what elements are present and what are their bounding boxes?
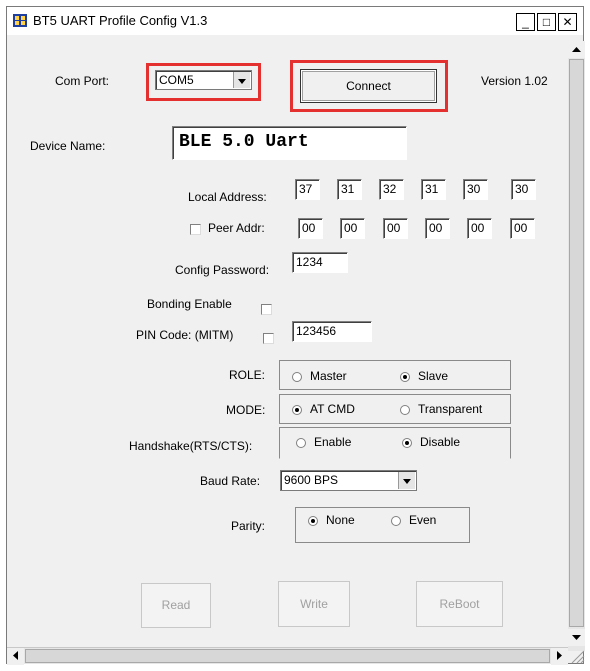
com-port-label: Com Port: [55,74,110,88]
local-address-byte-1[interactable]: 37 [295,179,320,200]
scroll-left-button[interactable] [7,648,24,665]
version-label: Version 1.02 [481,74,548,88]
pin-code-checkbox[interactable] [263,333,274,344]
bonding-enable-label: Bonding Enable [147,297,232,311]
pin-code-input[interactable]: 123456 [292,321,372,342]
mode-transparent-radio[interactable] [400,405,410,415]
title-bar[interactable]: BT5 UART Profile Config V1.3 _ □ ✕ [7,7,583,35]
peer-addr-byte-3[interactable]: 00 [383,218,408,239]
handshake-disable-radio[interactable] [402,438,412,448]
resize-grip-icon[interactable] [568,647,585,664]
parity-none-label: None [326,513,355,527]
config-password-input[interactable]: 1234 [292,252,348,273]
bonding-enable-checkbox[interactable] [261,304,272,315]
local-address-byte-3[interactable]: 32 [379,179,404,200]
scroll-thumb[interactable] [569,59,584,627]
chevron-right-icon [557,651,562,660]
handshake-label: Handshake(RTS/CTS): [129,439,253,453]
local-address-byte-2[interactable]: 31 [337,179,362,200]
role-slave-label: Slave [418,369,449,383]
role-slave-radio[interactable] [400,372,410,382]
horizontal-scrollbar[interactable] [7,647,568,665]
close-icon: ✕ [562,15,573,29]
close-button[interactable]: ✕ [558,13,577,31]
hscroll-thumb[interactable] [25,649,550,663]
baud-rate-label: Baud Rate: [200,474,261,488]
com-port-select[interactable]: COM5 [155,70,252,90]
app-icon [13,14,27,27]
pin-code-label: PIN Code: (MITM) [136,328,234,342]
device-name-input[interactable]: BLE 5.0 Uart [172,126,407,160]
parity-even-radio[interactable] [391,516,401,526]
vertical-scrollbar[interactable] [568,41,585,651]
mode-atcmd-radio[interactable] [292,405,302,415]
config-password-label: Config Password: [175,263,270,277]
read-button-label: Read [161,598,191,612]
write-button-label: Write [300,597,328,611]
peer-addr-byte-1[interactable]: 00 [298,218,323,239]
scroll-right-button[interactable] [551,648,568,665]
role-master-label: Master [310,369,347,383]
reboot-button-label: ReBoot [439,597,480,611]
peer-addr-checkbox[interactable] [190,224,201,235]
peer-addr-byte-2[interactable]: 00 [340,218,365,239]
connect-button[interactable]: Connect [300,69,437,103]
handshake-group: Enable Disable [279,427,511,459]
mode-group: AT CMD Transparent [279,394,511,424]
connect-button-label: Connect [346,79,391,93]
peer-addr-label: Peer Addr: [208,221,265,235]
local-address-byte-5[interactable]: 30 [463,179,488,200]
read-button[interactable]: Read [141,583,211,628]
local-address-byte-4[interactable]: 31 [421,179,446,200]
write-button[interactable]: Write [278,581,350,627]
chevron-up-icon [572,47,581,52]
maximize-icon: □ [542,15,551,29]
local-address-label: Local Address: [188,190,267,204]
parity-even-label: Even [409,513,437,527]
scroll-up-button[interactable] [568,41,585,58]
parity-none-radio[interactable] [308,516,318,526]
parity-label: Parity: [231,519,266,533]
handshake-disable-label: Disable [420,435,461,449]
minimize-button[interactable]: _ [516,13,535,31]
mode-transparent-label: Transparent [418,402,483,416]
mode-label: MODE: [226,403,266,417]
parity-group: None Even [295,507,470,543]
scroll-down-button[interactable] [568,629,585,646]
role-master-radio[interactable] [292,372,302,382]
device-name-label: Device Name: [30,139,106,153]
chevron-down-icon[interactable] [398,472,415,489]
peer-addr-byte-5[interactable]: 00 [467,218,492,239]
window-title: BT5 UART Profile Config V1.3 [33,13,208,28]
role-label: ROLE: [229,368,266,382]
role-group: Master Slave [279,360,511,390]
maximize-button[interactable]: □ [537,13,556,31]
chevron-left-icon [13,651,18,660]
minimize-icon: _ [522,15,529,29]
baud-rate-select[interactable]: 9600 BPS [280,470,417,491]
chevron-down-icon [572,635,581,640]
handshake-enable-radio[interactable] [296,438,306,448]
peer-addr-byte-4[interactable]: 00 [425,218,450,239]
chevron-down-icon[interactable] [233,72,250,88]
reboot-button[interactable]: ReBoot [416,581,503,627]
baud-rate-value: 9600 BPS [284,473,339,487]
peer-addr-byte-6[interactable]: 00 [510,218,535,239]
handshake-enable-label: Enable [314,435,352,449]
com-port-value: COM5 [159,73,194,87]
config-window: BT5 UART Profile Config V1.3 _ □ ✕ Com P… [6,6,585,665]
local-address-byte-6[interactable]: 30 [511,179,536,200]
mode-atcmd-label: AT CMD [310,402,355,416]
